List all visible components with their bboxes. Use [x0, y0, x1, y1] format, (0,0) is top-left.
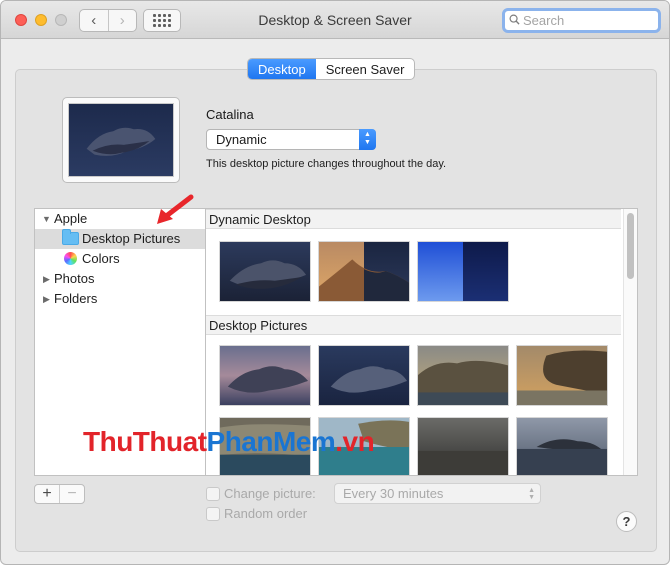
add-folder-button[interactable]: + [35, 485, 59, 503]
remove-folder-button[interactable]: − [59, 485, 84, 503]
sidebar-item-folders[interactable]: ▶ Folders [35, 289, 205, 309]
sidebar-item-label: Folders [54, 291, 98, 306]
tab-bar: Desktop Screen Saver [247, 58, 416, 80]
random-order-checkbox[interactable] [206, 507, 220, 521]
sidebar-item-photos[interactable]: ▶ Photos [35, 269, 205, 289]
preferences-window: ‹ › Desktop & Screen Saver Search Deskto… [0, 0, 670, 565]
section-header: Dynamic Desktop [206, 209, 621, 229]
tab-desktop[interactable]: Desktop [248, 59, 316, 79]
sidebar-item-label: Desktop Pictures [82, 231, 181, 246]
sidebar-item-colors[interactable]: Colors [35, 249, 205, 269]
current-wallpaper-preview [62, 97, 180, 183]
title-bar: ‹ › Desktop & Screen Saver Search [1, 1, 669, 39]
search-field[interactable]: Search [502, 8, 661, 33]
sidebar-item-desktop-pictures[interactable]: Desktop Pictures [35, 229, 205, 249]
wallpaper-description: This desktop picture changes throughout … [206, 158, 447, 170]
tab-screen-saver[interactable]: Screen Saver [316, 59, 415, 79]
watermark: ThuThuatPhanMem.vn [83, 426, 375, 458]
change-interval-value: Every 30 minutes [343, 486, 444, 501]
wallpaper-thumbnail[interactable] [219, 345, 311, 406]
wallpaper-thumbnail[interactable] [417, 241, 509, 302]
sidebar-item-label: Apple [54, 211, 88, 226]
wallpaper-thumbnail[interactable] [516, 345, 608, 406]
sidebar-item-label: Colors [82, 251, 120, 266]
wallpaper-thumbnail[interactable] [417, 417, 509, 476]
disclosure-triangle-icon[interactable]: ▶ [43, 289, 50, 309]
add-remove-folder-buttons: + − [34, 484, 85, 504]
wallpaper-thumbnail[interactable] [318, 241, 410, 302]
change-picture-label: Change picture: [224, 486, 316, 501]
disclosure-triangle-icon[interactable]: ▶ [43, 269, 50, 289]
search-placeholder: Search [523, 13, 565, 28]
disclosure-triangle-icon[interactable]: ▼ [42, 209, 51, 229]
change-picture-checkbox[interactable] [206, 487, 220, 501]
wallpaper-thumbnail[interactable] [516, 417, 608, 476]
watermark-part-1: ThuThuat [83, 426, 207, 457]
sidebar-item-label: Photos [54, 271, 95, 286]
folder-icon [62, 229, 79, 245]
appearance-mode-popup[interactable]: Dynamic ▲ ▼ [206, 129, 376, 150]
appearance-mode-value: Dynamic [216, 132, 267, 147]
wallpaper-thumbnail[interactable] [318, 345, 410, 406]
random-order-label: Random order [224, 506, 308, 521]
red-arrow-annotation-icon [157, 194, 194, 224]
help-button[interactable]: ? [616, 511, 637, 532]
gallery-scrollbar[interactable] [623, 209, 637, 475]
popup-chevrons-icon: ▲ ▼ [359, 129, 376, 150]
watermark-part-2: PhanMem [206, 426, 336, 457]
section-header: Desktop Pictures [206, 315, 621, 335]
wallpaper-thumbnail[interactable] [219, 241, 311, 302]
scrollbar-thumb[interactable] [627, 213, 634, 279]
popup-chevrons-icon: ▲ ▼ [528, 487, 535, 501]
color-wheel-icon [64, 252, 77, 265]
search-icon [509, 14, 520, 25]
wallpaper-thumbnail[interactable] [417, 345, 509, 406]
watermark-part-3: .vn [335, 426, 375, 457]
catalina-island-image [68, 103, 174, 177]
wallpaper-name: Catalina [206, 107, 254, 122]
change-interval-popup[interactable]: Every 30 minutes ▲ ▼ [334, 483, 541, 504]
